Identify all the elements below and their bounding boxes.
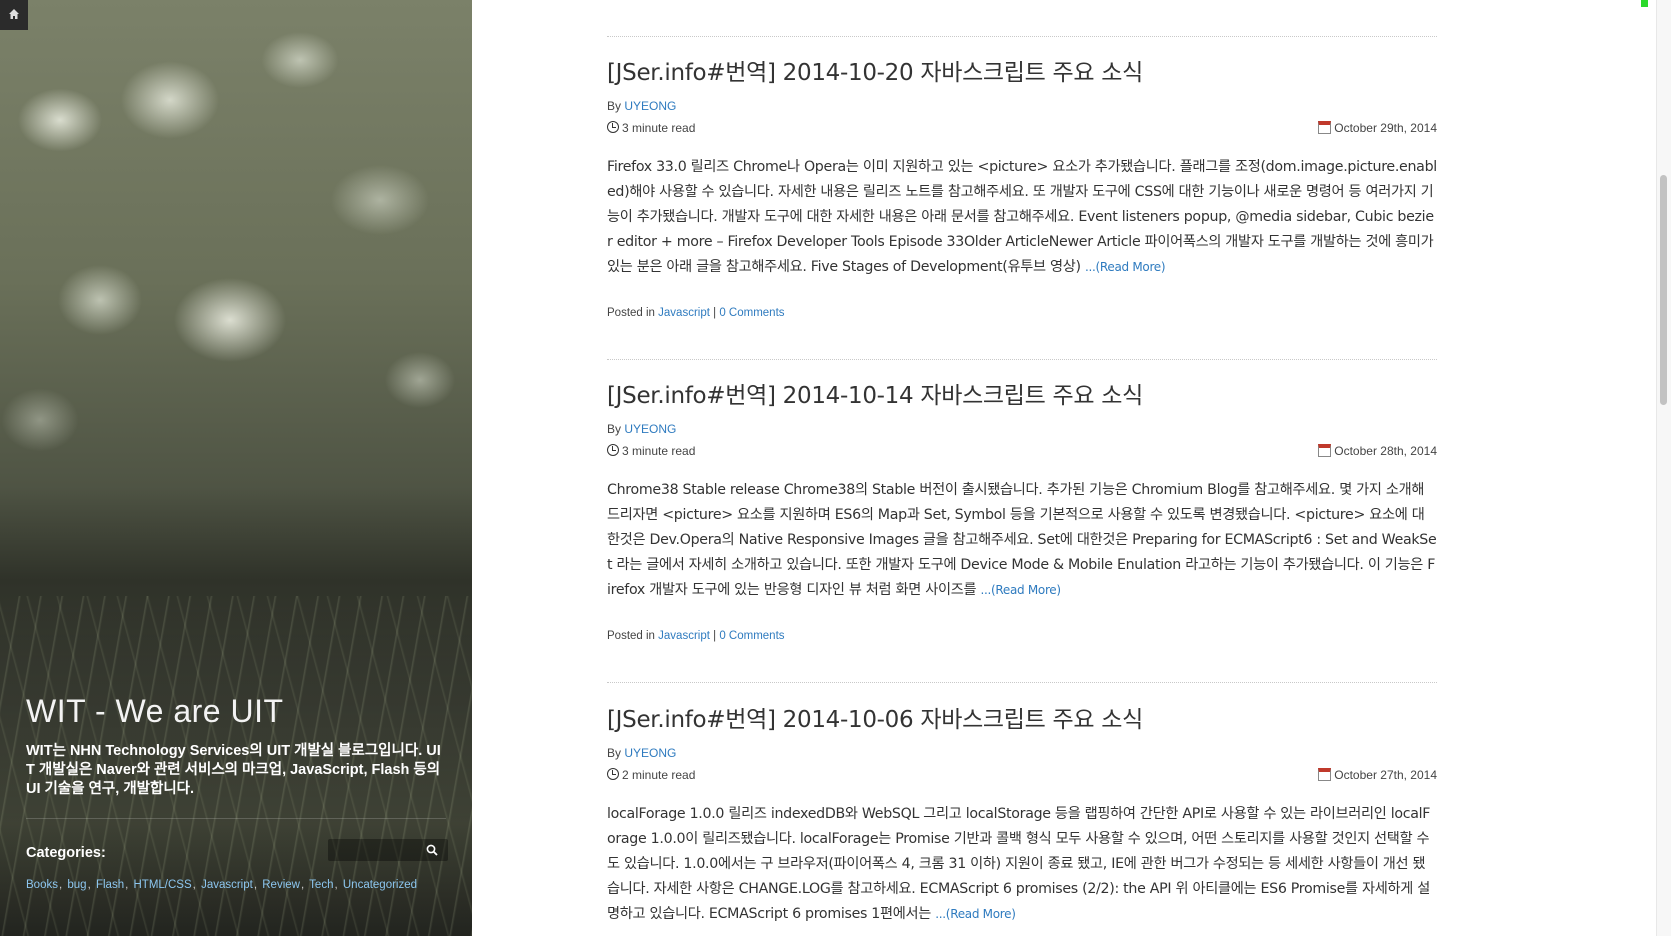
post-date-text: October 29th, 2014 — [1334, 121, 1437, 135]
search-icon[interactable] — [422, 840, 442, 860]
post-excerpt: Chrome38 Stable release Chrome38의 Stable… — [607, 478, 1437, 603]
by-label: By — [607, 746, 622, 760]
post-title[interactable]: [JSer.info#번역] 2014-10-14 자바스크립트 주요 소식 — [607, 376, 1143, 410]
vertical-scrollbar[interactable] — [1656, 0, 1671, 936]
post-byline: By UYEONG — [607, 99, 676, 113]
post-footer: Posted in Javascript | 0 Comments — [607, 630, 785, 642]
post-date: October 28th, 2014 — [1318, 444, 1437, 458]
posted-in-label: Posted in — [607, 307, 655, 319]
category-separator: , — [300, 879, 305, 891]
read-more-link[interactable]: ...(Read More) — [935, 907, 1016, 921]
read-more-link[interactable]: ...(Read More) — [980, 583, 1061, 597]
site-title[interactable]: WIT - We are UIT — [26, 693, 284, 730]
calendar-icon — [1318, 768, 1332, 781]
category-link-javascript[interactable]: Javascript — [201, 879, 253, 891]
by-label: By — [607, 99, 622, 113]
category-link-html-css[interactable]: HTML/CSS — [134, 879, 192, 891]
post-list: [JSer.info#번역] 2014-10-20 자바스크립트 주요 소식 B… — [607, 0, 1437, 936]
post-excerpt: localForage 1.0.0 릴리즈 indexedDB와 WebSQL … — [607, 802, 1437, 927]
post-excerpt: Firefox 33.0 릴리즈 Chrome나 Opera는 이미 지원하고 … — [607, 155, 1437, 280]
category-link-books[interactable]: Books — [26, 879, 58, 891]
clock-icon — [607, 444, 619, 456]
excerpt-text: Firefox 33.0 릴리즈 Chrome나 Opera는 이미 지원하고 … — [607, 159, 1437, 275]
author-link[interactable]: UYEONG — [624, 746, 676, 760]
scrollbar-thumb[interactable] — [1660, 175, 1667, 405]
post-divider — [607, 36, 1437, 37]
category-separator: , — [334, 879, 338, 891]
post-divider — [607, 359, 1437, 360]
category-separator: , — [192, 879, 196, 891]
excerpt-text: Chrome38 Stable release Chrome38의 Stable… — [607, 482, 1437, 598]
post-byline: By UYEONG — [607, 746, 676, 760]
read-time-text: 3 minute read — [622, 444, 696, 458]
calendar-icon — [1318, 121, 1332, 134]
calendar-icon — [1318, 444, 1332, 457]
read-time: 3 minute read — [607, 444, 695, 458]
post-divider — [607, 682, 1437, 683]
sidebar-divider — [26, 818, 446, 819]
categories-label: Categories: — [26, 845, 106, 861]
sidebar: WIT - We are UIT WIT는 NHN Technology Ser… — [0, 0, 472, 936]
post-title[interactable]: [JSer.info#번역] 2014-10-20 자바스크립트 주요 소식 — [607, 53, 1143, 87]
home-button[interactable] — [0, 0, 28, 30]
status-indicator — [1641, 0, 1648, 7]
site-description: WIT는 NHN Technology Services의 UIT 개발실 블로… — [26, 743, 441, 797]
home-icon — [8, 8, 20, 23]
post-footer: Posted in Javascript | 0 Comments — [607, 307, 785, 319]
post-date: October 29th, 2014 — [1318, 121, 1437, 135]
category-separator: , — [253, 879, 258, 891]
post-byline: By UYEONG — [607, 422, 676, 436]
category-separator: , — [58, 879, 63, 891]
excerpt-text: localForage 1.0.0 릴리즈 indexedDB와 WebSQL … — [607, 806, 1431, 922]
clock-icon — [607, 121, 619, 133]
category-separator: , — [87, 879, 91, 891]
read-time: 3 minute read — [607, 121, 695, 135]
category-link-uncategorized[interactable]: Uncategorized — [343, 879, 417, 891]
category-link-tech[interactable]: Tech — [309, 879, 333, 891]
comments-link[interactable]: 0 Comments — [719, 630, 784, 642]
read-time-text: 3 minute read — [622, 121, 696, 135]
posted-in-label: Posted in — [607, 630, 655, 642]
read-time-text: 2 minute read — [622, 768, 696, 782]
author-link[interactable]: UYEONG — [624, 99, 676, 113]
category-link-bug[interactable]: bug — [67, 879, 86, 891]
category-separator: , — [125, 879, 129, 891]
category-link-flash[interactable]: Flash — [96, 879, 124, 891]
post-category-link[interactable]: Javascript — [658, 630, 710, 642]
read-time: 2 minute read — [607, 768, 695, 782]
comments-link[interactable]: 0 Comments — [719, 307, 784, 319]
category-list: Books, bug, Flash, HTML/CSS, Javascript,… — [26, 879, 417, 891]
read-more-link[interactable]: ...(Read More) — [1085, 260, 1166, 274]
by-label: By — [607, 422, 622, 436]
post-title[interactable]: [JSer.info#번역] 2014-10-06 자바스크립트 주요 소식 — [607, 700, 1143, 734]
post-date-text: October 27th, 2014 — [1334, 768, 1437, 782]
category-link-review[interactable]: Review — [262, 879, 300, 891]
clock-icon — [607, 768, 619, 780]
post-date-text: October 28th, 2014 — [1334, 444, 1437, 458]
post-date: October 27th, 2014 — [1318, 768, 1437, 782]
post-category-link[interactable]: Javascript — [658, 307, 710, 319]
author-link[interactable]: UYEONG — [624, 422, 676, 436]
